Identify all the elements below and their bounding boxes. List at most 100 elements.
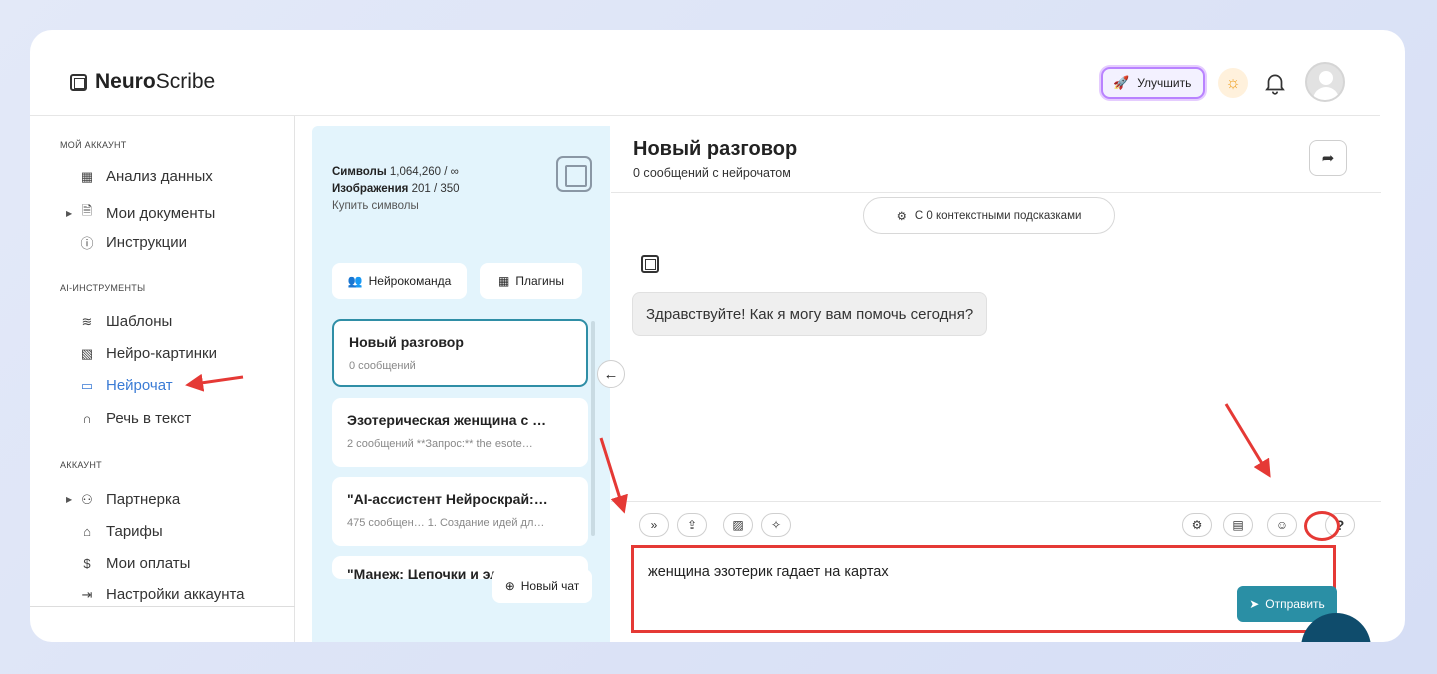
upgrade-button[interactable]: 🚀 Улучшить bbox=[1101, 67, 1206, 99]
template-button[interactable]: ▤ bbox=[1223, 513, 1253, 537]
user-avatar[interactable] bbox=[1305, 62, 1345, 102]
sidebar-item-neurochat[interactable]: ▭ Нейрочат bbox=[80, 377, 173, 394]
chat-list-item[interactable]: Эзотерическая женщина с … 2 сообщений **… bbox=[332, 398, 588, 467]
image-button[interactable]: ▨ bbox=[723, 513, 753, 537]
chat-subtitle: 0 сообщений с нейрочатом bbox=[633, 166, 791, 180]
rocket-icon: 🚀 bbox=[1113, 75, 1130, 90]
new-chat-label: Новый чат bbox=[520, 579, 580, 593]
chat-header-divider bbox=[611, 192, 1381, 193]
app-logo[interactable]: NeuroScribe bbox=[70, 70, 215, 94]
sidebar-item-templates[interactable]: ≋ Шаблоны bbox=[80, 313, 173, 330]
users-icon: ⚇ bbox=[81, 491, 93, 507]
buy-symbols-link[interactable]: Купить символы bbox=[332, 198, 460, 215]
share-button[interactable]: ➦ bbox=[1309, 140, 1347, 176]
images-value: 201 / 350 bbox=[411, 183, 460, 195]
sidebar-item-payments[interactable]: $ Мои оплаты bbox=[80, 555, 190, 572]
sidebar-item-label: Нейрочат bbox=[106, 377, 173, 394]
chat-list-item[interactable]: Новый разговор 0 сообщений bbox=[332, 319, 588, 387]
app-window: NeuroScribe 🚀 Улучшить ☼ МОЙ АККАУНТ ▦ А… bbox=[30, 30, 1405, 642]
grid-icon: ▦ bbox=[80, 168, 94, 184]
expand-caret-icon[interactable]: ▶ bbox=[66, 495, 72, 504]
sidebar-item-label: Речь в текст bbox=[106, 410, 192, 427]
assistant-message: Здравствуйте! Как я могу вам помочь сего… bbox=[632, 292, 988, 336]
logo-text-light: Scribe bbox=[155, 70, 216, 93]
chat-list-scrollbar[interactable] bbox=[591, 321, 595, 536]
sidebar-item-label: Нейро-картинки bbox=[106, 345, 217, 362]
sidebar-item-speech-to-text[interactable]: ∩ Речь в текст bbox=[80, 410, 191, 427]
sidebar-item-label: Мои оплаты bbox=[106, 555, 191, 572]
chat-item-title: Эзотерическая женщина с … bbox=[347, 412, 547, 428]
chat-title: Новый разговор bbox=[633, 138, 798, 160]
upload-icon: ⇪ bbox=[686, 518, 698, 532]
settings-button[interactable]: ⚙ bbox=[1182, 513, 1212, 537]
sidebar-item-neuro-images[interactable]: ▧ Нейро-картинки bbox=[80, 345, 217, 362]
neuro-team-button[interactable]: 👥 Нейрокоманда bbox=[332, 263, 467, 299]
chat-item-title: "AI-ассистент Нейроскрай:… bbox=[347, 491, 548, 507]
sidebar: МОЙ АККАУНТ ▦ Анализ данных ▶ 🗎 Мои доку… bbox=[30, 116, 295, 642]
symbols-label: Символы bbox=[332, 166, 387, 178]
logo-text-bold: Neuro bbox=[95, 70, 156, 93]
sidebar-item-account-settings[interactable]: ⇥ Настройки аккаунта bbox=[80, 586, 245, 603]
tag-icon: ⌂ bbox=[83, 524, 91, 539]
bot-mode-button[interactable]: ☺ bbox=[1267, 513, 1297, 537]
message-input[interactable]: женщина эзотерик гадает на картах bbox=[648, 564, 889, 580]
sidebar-section-title: МОЙ АККАУНТ bbox=[60, 140, 127, 150]
window-icon: ▤ bbox=[1232, 518, 1244, 532]
plus-circle-icon: ⊕ bbox=[504, 579, 515, 593]
bot-avatar-icon bbox=[641, 255, 659, 273]
usage-stats: Символы 1,064,260 / ∞ Изображения 201 / … bbox=[332, 164, 460, 215]
image-icon: ▧ bbox=[80, 345, 94, 361]
images-label: Изображения bbox=[332, 183, 409, 195]
plugins-button[interactable]: ▦ Плагины bbox=[480, 263, 582, 299]
chat-icon: ▭ bbox=[80, 377, 94, 393]
dollar-icon: $ bbox=[83, 556, 91, 571]
assistant-message-text: Здравствуйте! Как я могу вам помочь сего… bbox=[646, 305, 974, 323]
sidebar-item-label: Шаблоны bbox=[106, 313, 173, 330]
magic-wand-icon: ✧ bbox=[770, 518, 782, 532]
sidebar-item-instructions[interactable]: ⓘ Инструкции bbox=[80, 233, 187, 252]
magic-wand-button[interactable]: ✧ bbox=[761, 513, 791, 537]
question-icon: ⓘ bbox=[80, 236, 94, 251]
double-chevron-down-icon: » bbox=[650, 518, 658, 532]
robot-icon: ☺ bbox=[1275, 518, 1289, 532]
notifications-bell-icon[interactable] bbox=[1262, 70, 1288, 96]
sidebar-item-label: Партнерка bbox=[106, 491, 181, 508]
sidebar-divider bbox=[30, 606, 295, 607]
chat-item-subtitle: 2 сообщений **Запрос:** the esote… bbox=[347, 438, 533, 450]
plugins-label: Плагины bbox=[515, 274, 564, 288]
chat-area: Новый разговор 0 сообщений с нейрочатом … bbox=[611, 126, 1381, 642]
context-hints-button[interactable]: ⚙ С 0 контекстными подсказками bbox=[863, 197, 1115, 234]
toolbar-divider bbox=[611, 501, 1381, 502]
hint-icon: ⚙ bbox=[896, 210, 907, 223]
symbols-value: 1,064,260 / ∞ bbox=[389, 166, 459, 178]
chat-list-item[interactable]: "AI-ассистент Нейроскрай:… 475 сообщен… … bbox=[332, 477, 588, 546]
layers-icon: ≋ bbox=[81, 313, 93, 329]
collapse-down-button[interactable]: » bbox=[639, 513, 669, 537]
logout-icon: ⇥ bbox=[81, 586, 93, 602]
context-hints-label: С 0 контекстными подсказками bbox=[914, 209, 1082, 222]
new-chat-button[interactable]: ⊕ Новый чат bbox=[492, 569, 592, 603]
sidebar-item-label: Настройки аккаунта bbox=[106, 586, 245, 603]
headphones-icon: ∩ bbox=[82, 411, 92, 426]
document-icon: 🗎 bbox=[81, 203, 93, 218]
sidebar-section-title: AI-ИНСТРУМЕНТЫ bbox=[60, 283, 146, 293]
sidebar-item-label: Инструкции bbox=[106, 234, 188, 251]
upload-button[interactable]: ⇪ bbox=[677, 513, 707, 537]
sidebar-item-partners[interactable]: ▶ ⚇ Партнерка bbox=[66, 491, 181, 508]
sidebar-item-documents[interactable]: ▶ 🗎 Мои документы bbox=[66, 202, 216, 224]
chat-item-subtitle: 475 сообщен… 1. Создание идей дл… bbox=[347, 517, 545, 529]
sidebar-item-label: Мои документы bbox=[106, 204, 216, 222]
theme-toggle-sun-icon[interactable]: ☼ bbox=[1218, 68, 1248, 98]
sidebar-item-data-analysis[interactable]: ▦ Анализ данных bbox=[80, 168, 213, 185]
sidebar-item-label: Анализ данных bbox=[106, 168, 213, 185]
sidebar-item-tariffs[interactable]: ⌂ Тарифы bbox=[80, 523, 163, 540]
send-icon: ➤ bbox=[1249, 597, 1260, 611]
neuro-team-label: Нейрокоманда bbox=[368, 274, 452, 288]
brand-logo-icon bbox=[556, 156, 592, 192]
expand-caret-icon[interactable]: ▶ bbox=[66, 209, 72, 218]
send-label: Отправить bbox=[1265, 597, 1325, 611]
chat-list-panel: Символы 1,064,260 / ∞ Изображения 201 / … bbox=[312, 126, 610, 642]
sidebar-section-title: АККАУНТ bbox=[60, 460, 102, 470]
upgrade-label: Улучшить bbox=[1137, 76, 1192, 90]
image-icon: ▨ bbox=[732, 518, 744, 532]
